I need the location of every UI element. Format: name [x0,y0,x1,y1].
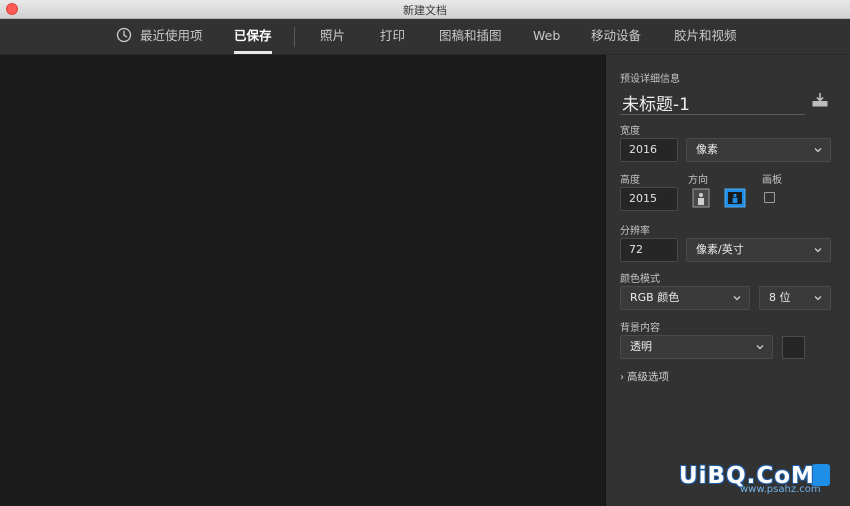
tab-photo[interactable]: 照片 [320,19,345,55]
chevron-down-icon [814,296,822,301]
chevron-down-icon [733,296,741,301]
height-label: 高度 [620,175,640,186]
resolution-unit-value: 像素/英寸 [696,243,744,256]
document-name-underline [620,114,805,115]
tab-saved[interactable]: 已保存 [234,19,272,55]
orientation-label: 方向 [688,175,708,186]
chevron-down-icon [814,148,822,153]
chevron-down-icon [756,345,764,350]
artboard-label: 画板 [762,175,782,186]
window-titlebar: 新建文档 [0,0,850,19]
tab-separator [294,27,295,47]
background-label: 背景内容 [620,323,660,334]
watermark-url: www.psahz.com [740,484,821,495]
resolution-label: 分辨率 [620,226,650,237]
resolution-input[interactable]: 72 [620,238,678,262]
chevron-right-icon: › [620,372,624,383]
bit-depth-select[interactable]: 8 位 [759,286,831,310]
width-unit-value: 像素 [696,143,718,156]
tab-film-video[interactable]: 胶片和视频 [674,19,737,55]
clock-icon [116,27,132,43]
tab-print[interactable]: 打印 [380,19,405,55]
background-color-swatch[interactable] [782,336,805,359]
tab-mobile[interactable]: 移动设备 [591,19,641,55]
tab-recent[interactable]: 最近使用项 [140,19,203,55]
color-mode-value: RGB 颜色 [630,291,680,304]
save-preset-icon[interactable] [811,92,829,108]
resolution-unit-select[interactable]: 像素/英寸 [686,238,831,262]
landscape-icon[interactable] [724,187,746,209]
advanced-options-label: 高级选项 [627,371,669,383]
color-mode-select[interactable]: RGB 颜色 [620,286,750,310]
color-mode-label: 颜色模式 [620,274,660,285]
section-title: 预设详细信息 [620,74,680,85]
document-name-field[interactable]: 未标题-1 [622,90,690,115]
width-unit-select[interactable]: 像素 [686,138,831,162]
artboard-checkbox[interactable] [764,192,775,203]
height-input[interactable]: 2015 [620,187,678,211]
width-label: 宽度 [620,126,640,137]
preset-list-area [0,55,605,506]
bit-depth-value: 8 位 [769,291,791,304]
width-input[interactable]: 2016 [620,138,678,162]
background-value: 透明 [630,340,652,353]
tab-art-illustration[interactable]: 图稿和插图 [439,19,502,55]
preset-details-panel: 预设详细信息 未标题-1 宽度 2016 像素 高度 方向 画板 2015 分辨… [606,55,850,506]
portrait-icon[interactable] [690,187,712,209]
chevron-down-icon [814,248,822,253]
window-title: 新建文档 [403,4,447,17]
tab-web[interactable]: Web [533,19,560,55]
advanced-options-toggle[interactable]: › 高级选项 [620,369,669,384]
background-select[interactable]: 透明 [620,335,773,359]
